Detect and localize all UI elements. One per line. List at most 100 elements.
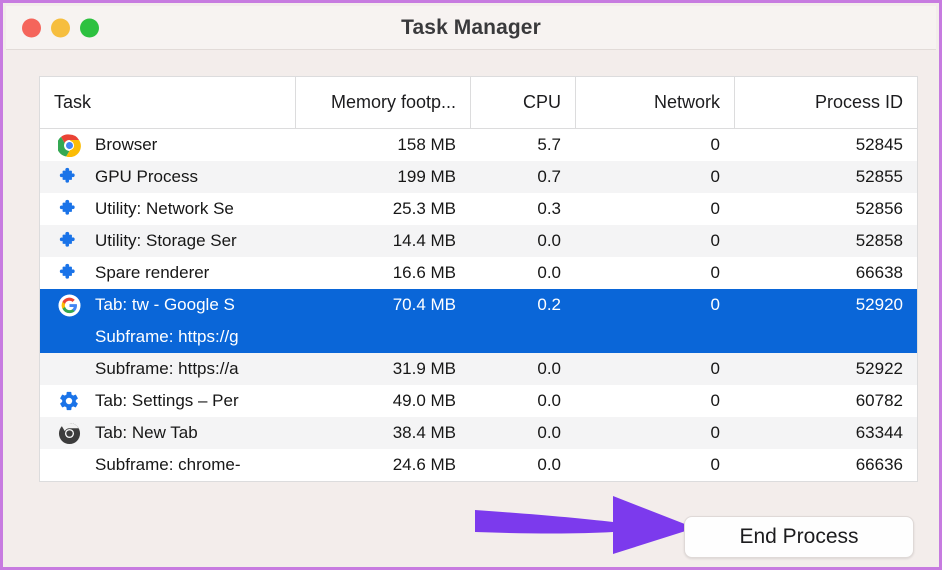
cell-task: Tab: tw - Google S xyxy=(40,293,295,317)
puzzle-piece-icon xyxy=(54,197,84,221)
cell-pid: 60782 xyxy=(734,391,917,411)
column-header-memory[interactable]: Memory footp... xyxy=(295,77,470,128)
table-row[interactable]: Subframe: chrome- 24.6 MB0.0066636 xyxy=(40,449,917,481)
cell-task: Subframe: chrome- xyxy=(40,453,295,477)
table-row[interactable]: Browser 158 MB5.7052845 xyxy=(40,129,917,161)
task-label: Tab: New Tab xyxy=(95,423,198,443)
cell-pid: 52858 xyxy=(734,231,917,251)
task-label: Tab: tw - Google S xyxy=(95,295,235,315)
column-header-network[interactable]: Network xyxy=(575,77,734,128)
chrome-dark-icon xyxy=(54,421,84,445)
table-body: Browser158 MB5.7052845 GPU Process199 MB… xyxy=(40,129,917,481)
gear-icon xyxy=(54,389,84,413)
task-label: Utility: Storage Ser xyxy=(95,231,237,251)
task-label: Subframe: https://a xyxy=(95,359,239,379)
cell-pid: 52856 xyxy=(734,199,917,219)
cell-network: 0 xyxy=(575,231,734,251)
task-label: Spare renderer xyxy=(95,263,209,283)
cell-task: Subframe: https://g xyxy=(40,325,295,349)
cell-cpu: 0.2 xyxy=(470,295,575,315)
cell-network: 0 xyxy=(575,135,734,155)
table-row[interactable]: GPU Process199 MB0.7052855 xyxy=(40,161,917,193)
table-row[interactable]: Spare renderer 16.6 MB0.0066638 xyxy=(40,257,917,289)
cell-memory: 158 MB xyxy=(295,135,470,155)
cell-task: Browser xyxy=(40,133,295,157)
task-label: Tab: Settings – Per xyxy=(95,391,239,411)
cell-memory: 199 MB xyxy=(295,167,470,187)
cell-cpu: 0.0 xyxy=(470,423,575,443)
cell-network: 0 xyxy=(575,391,734,411)
task-label: GPU Process xyxy=(95,167,198,187)
task-label: Subframe: https://g xyxy=(95,327,239,347)
puzzle-piece-icon xyxy=(54,165,84,189)
no-icon xyxy=(54,453,84,477)
cell-network: 0 xyxy=(575,295,734,315)
column-header-cpu[interactable]: CPU xyxy=(470,77,575,128)
cell-task: Spare renderer xyxy=(40,261,295,285)
cell-network: 0 xyxy=(575,167,734,187)
cell-memory: 31.9 MB xyxy=(295,359,470,379)
cell-memory: 16.6 MB xyxy=(295,263,470,283)
cell-memory: 70.4 MB xyxy=(295,295,470,315)
task-table[interactable]: Task Memory footp... CPU Network Process… xyxy=(39,76,918,482)
table-row[interactable]: Subframe: https://a 31.9 MB0.0052922 xyxy=(40,353,917,385)
no-icon xyxy=(54,357,84,381)
cell-task: Tab: New Tab xyxy=(40,421,295,445)
cell-task: Subframe: https://a xyxy=(40,357,295,381)
column-header-pid[interactable]: Process ID xyxy=(734,77,917,128)
cell-cpu: 0.0 xyxy=(470,263,575,283)
cell-cpu: 0.0 xyxy=(470,455,575,475)
chrome-color-icon xyxy=(54,133,84,157)
cell-cpu: 0.7 xyxy=(470,167,575,187)
cell-network: 0 xyxy=(575,423,734,443)
no-icon xyxy=(54,325,84,349)
cell-network: 0 xyxy=(575,199,734,219)
cell-task: GPU Process xyxy=(40,165,295,189)
cell-memory: 24.6 MB xyxy=(295,455,470,475)
column-header-task[interactable]: Task xyxy=(40,77,295,128)
cell-pid: 52922 xyxy=(734,359,917,379)
cell-task: Tab: Settings – Per xyxy=(40,389,295,413)
table-header-row: Task Memory footp... CPU Network Process… xyxy=(40,77,917,129)
table-row[interactable]: Subframe: https://g xyxy=(40,321,917,353)
traffic-light-controls xyxy=(22,18,99,37)
window-frame: Task Manager Task Memory footp... CPU Ne… xyxy=(0,0,942,570)
cell-pid: 63344 xyxy=(734,423,917,443)
cell-network: 0 xyxy=(575,263,734,283)
zoom-button[interactable] xyxy=(80,18,99,37)
table-row[interactable]: Tab: New Tab 38.4 MB0.0063344 xyxy=(40,417,917,449)
cell-memory: 38.4 MB xyxy=(295,423,470,443)
table-row[interactable]: Utility: Storage Ser 14.4 MB0.0052858 xyxy=(40,225,917,257)
cell-memory: 49.0 MB xyxy=(295,391,470,411)
cell-network: 0 xyxy=(575,455,734,475)
close-button[interactable] xyxy=(22,18,41,37)
page-title: Task Manager xyxy=(6,16,936,40)
cell-memory: 25.3 MB xyxy=(295,199,470,219)
puzzle-piece-icon xyxy=(54,229,84,253)
cell-memory: 14.4 MB xyxy=(295,231,470,251)
cell-pid: 66638 xyxy=(734,263,917,283)
cell-cpu: 0.3 xyxy=(470,199,575,219)
cell-network: 0 xyxy=(575,359,734,379)
table-row[interactable]: Tab: Settings – Per 49.0 MB0.0060782 xyxy=(40,385,917,417)
cell-pid: 52920 xyxy=(734,295,917,315)
purple-arrow-icon xyxy=(473,492,698,556)
task-label: Browser xyxy=(95,135,157,155)
window-titlebar: Task Manager xyxy=(6,6,936,50)
task-label: Subframe: chrome- xyxy=(95,455,241,475)
cell-task: Utility: Network Se xyxy=(40,197,295,221)
table-row[interactable]: Utility: Network Se 25.3 MB0.3052856 xyxy=(40,193,917,225)
cell-pid: 52845 xyxy=(734,135,917,155)
task-label: Utility: Network Se xyxy=(95,199,234,219)
end-process-button[interactable]: End Process xyxy=(684,516,914,558)
cell-task: Utility: Storage Ser xyxy=(40,229,295,253)
cell-cpu: 0.0 xyxy=(470,359,575,379)
puzzle-piece-icon xyxy=(54,261,84,285)
table-row[interactable]: Tab: tw - Google S 70.4 MB0.2052920 xyxy=(40,289,917,321)
minimize-button[interactable] xyxy=(51,18,70,37)
cell-cpu: 0.0 xyxy=(470,391,575,411)
cell-cpu: 0.0 xyxy=(470,231,575,251)
google-g-icon xyxy=(54,293,84,317)
cell-cpu: 5.7 xyxy=(470,135,575,155)
cell-pid: 66636 xyxy=(734,455,917,475)
